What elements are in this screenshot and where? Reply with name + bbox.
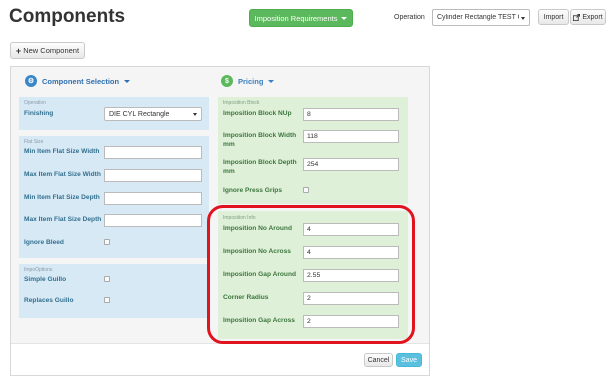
pricing-header[interactable]: $ Pricing bbox=[221, 75, 275, 87]
pricing-title: Pricing bbox=[238, 76, 264, 86]
cogs-icon: ⚙ bbox=[25, 75, 37, 87]
impo-options-caption: ImpoOptions bbox=[24, 267, 53, 273]
finishing-select-value: DIE CYL Rectangle bbox=[109, 110, 170, 118]
caret-down-icon bbox=[341, 16, 348, 20]
min-depth-input[interactable] bbox=[104, 192, 202, 205]
operation-select[interactable]: Cylinder Rectangle TEST Ol bbox=[432, 9, 530, 26]
cancel-button[interactable]: Cancel bbox=[364, 353, 393, 367]
import-button-label: Import bbox=[543, 13, 564, 21]
block-depth-input[interactable]: 254 bbox=[303, 158, 399, 171]
block-nup-label: Imposition Block NUp bbox=[223, 110, 292, 117]
imposition-requirements-label: Imposition Requirements bbox=[254, 13, 338, 23]
block-width-input[interactable]: 118 bbox=[303, 130, 399, 143]
operation-group-caption: Operation bbox=[24, 100, 46, 106]
ignore-bleed-label: Ignore Bleed bbox=[24, 239, 64, 246]
flat-size-caption: Flat Size bbox=[24, 139, 44, 145]
replaces-guillo-checkbox[interactable] bbox=[104, 297, 110, 303]
operation-select-value: Cylinder Rectangle TEST Ol bbox=[437, 14, 519, 21]
min-width-input[interactable] bbox=[104, 146, 202, 159]
component-selection-title: Component Selection bbox=[42, 76, 120, 86]
plus-icon: + bbox=[15, 45, 22, 56]
max-depth-label: Max Item Flat Size Depth bbox=[24, 216, 102, 223]
save-button[interactable]: Save bbox=[396, 353, 422, 367]
new-component-label: New Component bbox=[23, 46, 80, 55]
save-button-label: Save bbox=[401, 356, 417, 364]
new-component-button[interactable]: + New Component bbox=[10, 42, 85, 59]
max-width-input[interactable] bbox=[104, 169, 202, 182]
operation-label: Operation bbox=[394, 14, 425, 21]
caret-down-icon bbox=[268, 79, 275, 83]
replaces-guillo-label: Replaces Guillo bbox=[24, 297, 74, 304]
cancel-button-label: Cancel bbox=[367, 356, 390, 364]
block-nup-input[interactable]: 8 bbox=[303, 108, 399, 121]
finishing-select[interactable]: DIE CYL Rectangle bbox=[104, 107, 202, 121]
min-width-label: Min Item Flat Size Width bbox=[24, 148, 100, 155]
caret-down-icon bbox=[124, 79, 131, 83]
highlight-ring bbox=[207, 205, 415, 344]
export-icon bbox=[573, 13, 581, 21]
imposition-block-caption: Imposition Block bbox=[223, 100, 260, 106]
finishing-label: Finishing bbox=[24, 110, 54, 117]
min-depth-label: Min Item Flat Size Depth bbox=[24, 194, 100, 201]
page-title: Components bbox=[9, 6, 126, 27]
ignore-bleed-checkbox[interactable] bbox=[104, 239, 110, 245]
max-width-label: Max Item Flat Size Width bbox=[24, 171, 101, 178]
block-width-label: Imposition Block Width mm bbox=[223, 132, 297, 148]
ignore-grips-checkbox[interactable] bbox=[303, 187, 309, 193]
simple-guillo-label: Simple Guillo bbox=[24, 276, 67, 283]
ignore-grips-label: Ignore Press Grips bbox=[223, 187, 282, 194]
max-depth-input[interactable] bbox=[104, 214, 202, 227]
imposition-requirements-button[interactable]: Imposition Requirements bbox=[249, 9, 353, 27]
component-selection-header[interactable]: ⚙ Component Selection bbox=[25, 75, 131, 87]
simple-guillo-checkbox[interactable] bbox=[104, 276, 110, 282]
import-button[interactable]: Import bbox=[538, 9, 569, 25]
chevron-down-icon bbox=[521, 16, 525, 20]
dollar-icon: $ bbox=[221, 75, 233, 87]
export-button-label: Export bbox=[582, 13, 603, 21]
chevron-down-icon bbox=[193, 113, 197, 116]
export-button[interactable]: Export bbox=[570, 9, 606, 25]
block-depth-label: Imposition Block Depth mm bbox=[223, 159, 297, 175]
